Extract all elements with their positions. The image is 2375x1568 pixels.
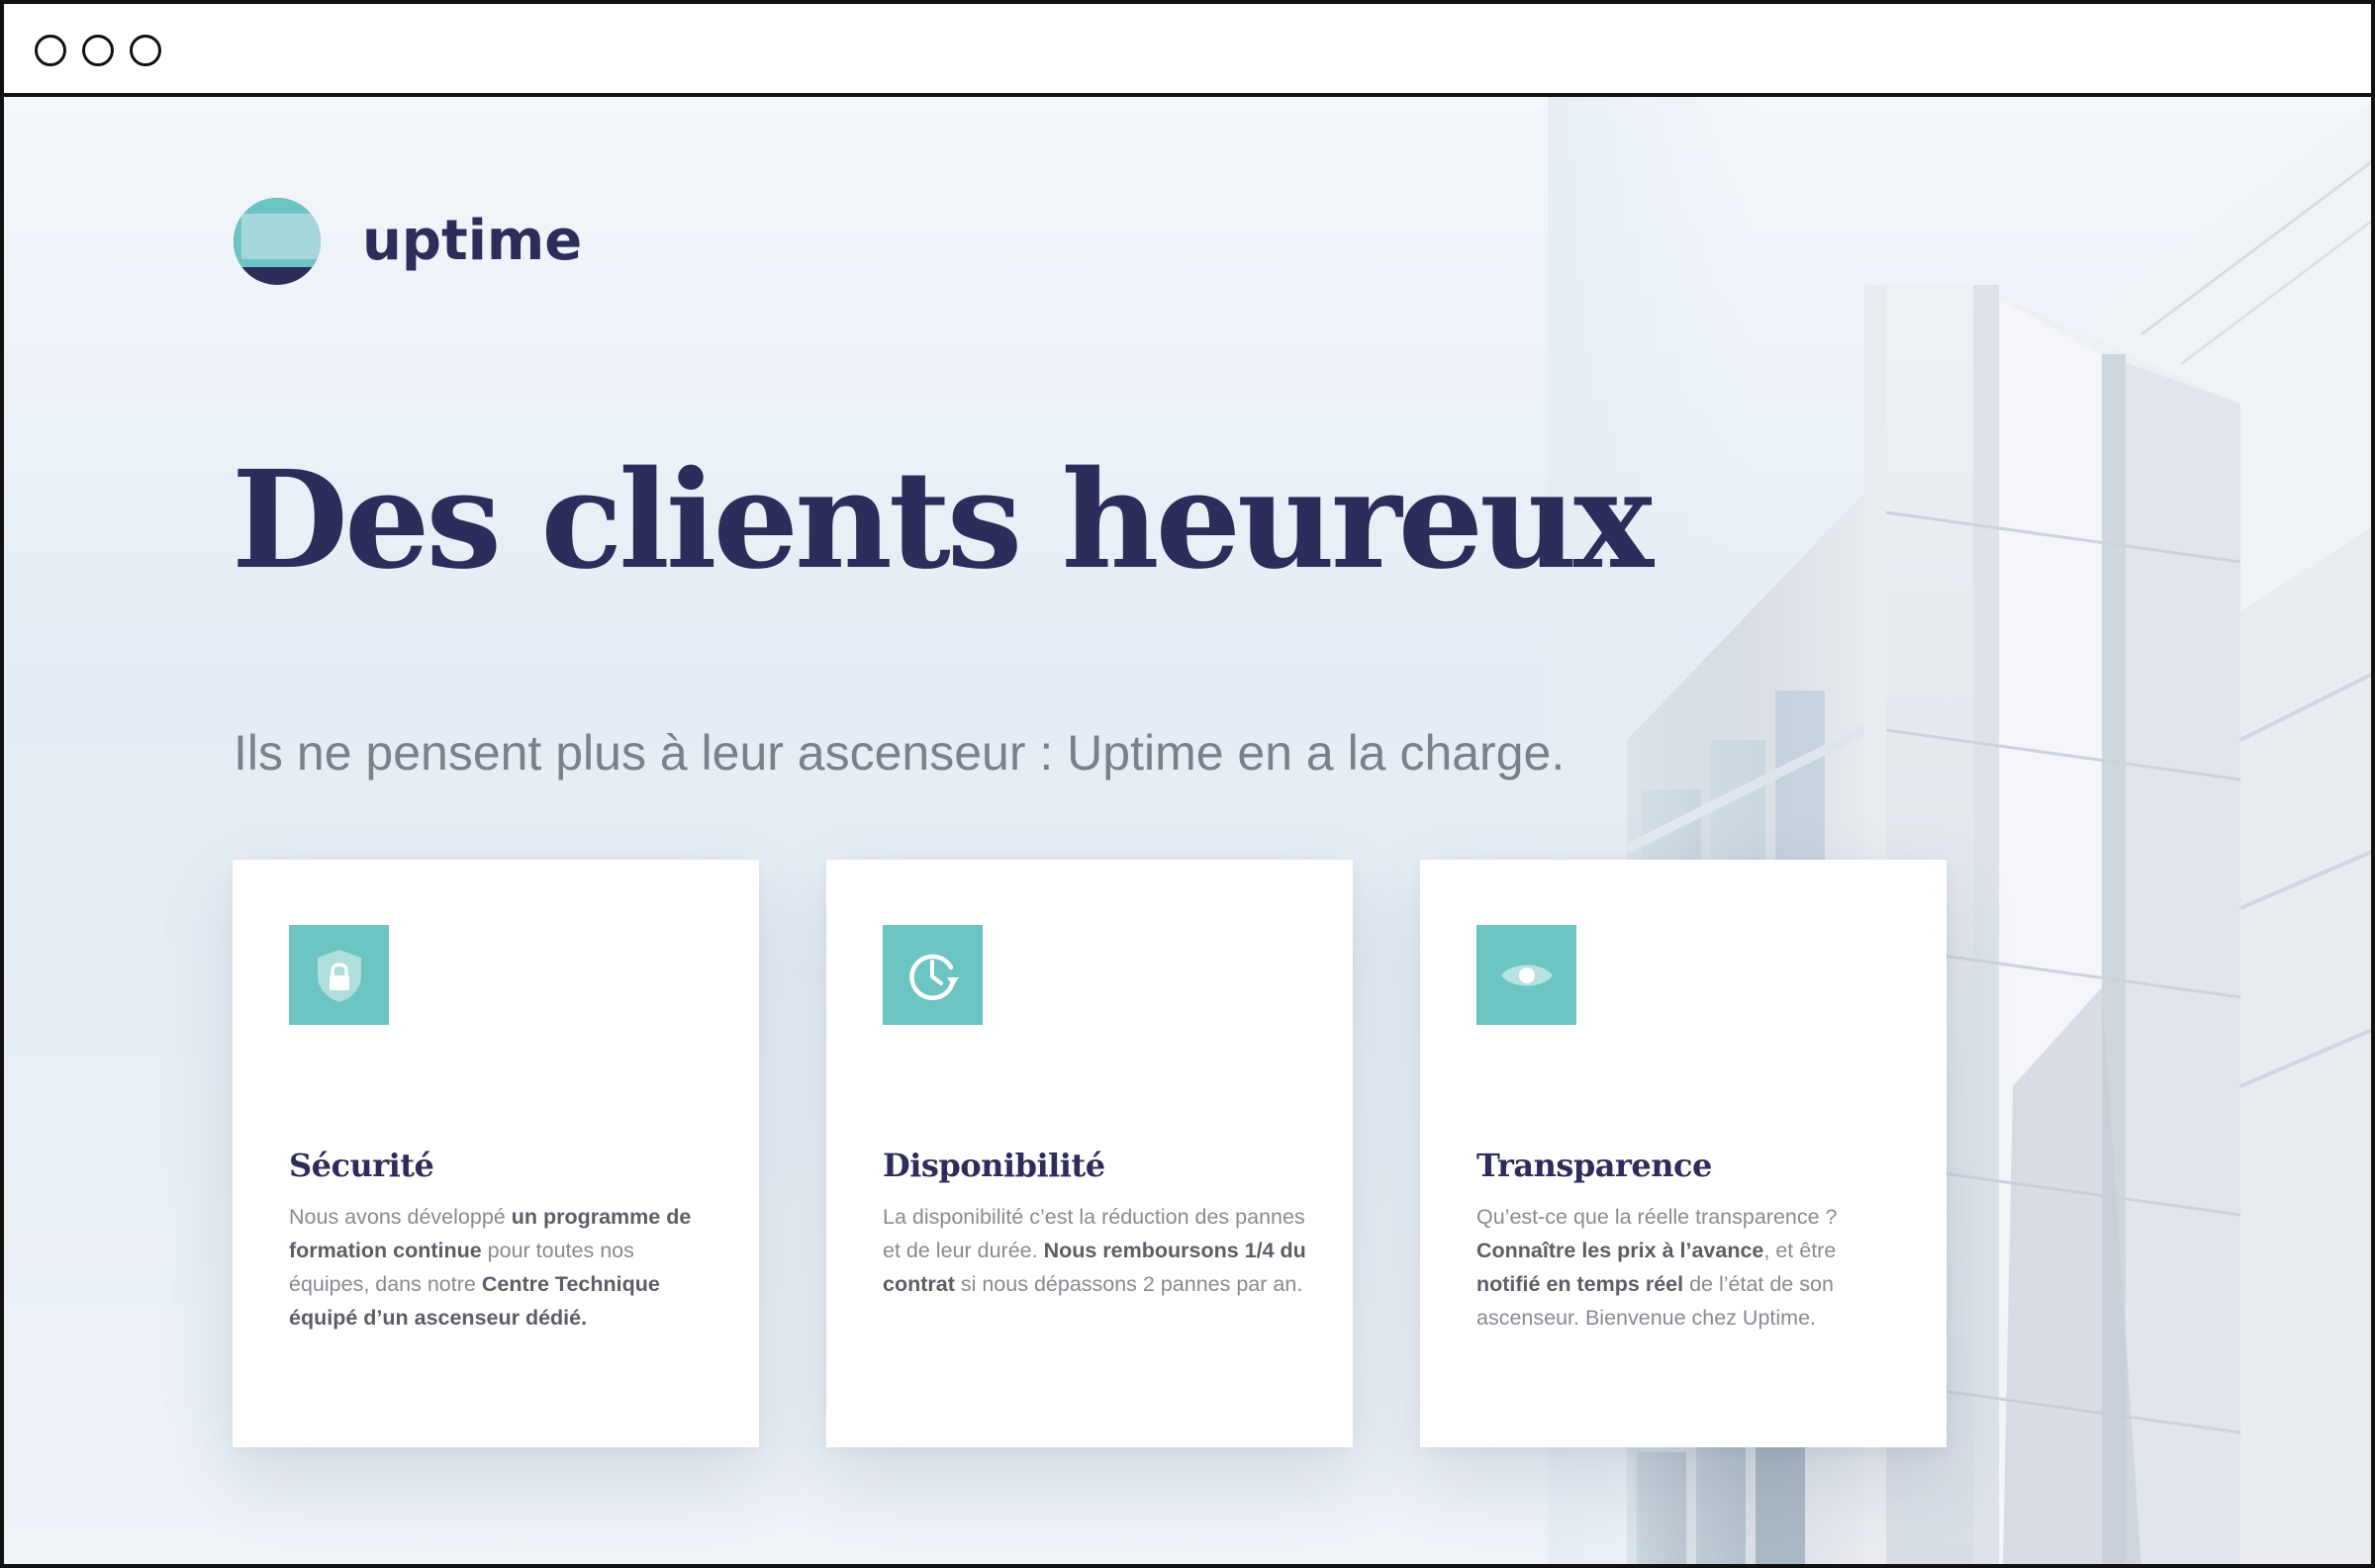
feature-card-availability: Disponibilité La disponibilité c’est la … bbox=[826, 860, 1353, 1447]
close-window-button[interactable] bbox=[35, 35, 66, 66]
card-description: Qu’est-ce que la réelle transparence ? C… bbox=[1476, 1205, 1838, 1330]
feature-card-transparency: Transparence Qu’est-ce que la réelle tra… bbox=[1420, 860, 1947, 1447]
brand-name: uptime bbox=[362, 209, 583, 273]
brand-logo[interactable]: uptime bbox=[234, 198, 582, 285]
card-title: Sécurité bbox=[289, 1147, 434, 1184]
card-description: La disponibilité c’est la réduction des … bbox=[883, 1205, 1306, 1296]
landing-page: uptime Des clients heureux Ils ne pensen… bbox=[4, 97, 2371, 1564]
card-title: Transparence bbox=[1476, 1147, 1712, 1184]
feature-card-security: Sécurité Nous avons développé un program… bbox=[233, 860, 759, 1447]
maximize-window-button[interactable] bbox=[130, 35, 161, 66]
shield-lock-icon bbox=[289, 925, 389, 1025]
clock-refresh-icon bbox=[883, 925, 983, 1025]
uptime-logo-icon bbox=[234, 198, 321, 285]
eye-icon bbox=[1476, 925, 1576, 1025]
card-title: Disponibilité bbox=[883, 1147, 1105, 1184]
hero-title: Des clients heureux bbox=[232, 441, 1654, 600]
minimize-window-button[interactable] bbox=[82, 35, 114, 66]
browser-window: uptime Des clients heureux Ils ne pensen… bbox=[0, 0, 2375, 1568]
hero-subtitle: Ils ne pensent plus à leur ascenseur : U… bbox=[234, 725, 1566, 781]
card-description: Nous avons développé un programme de for… bbox=[289, 1205, 692, 1330]
window-titlebar bbox=[4, 4, 2371, 97]
